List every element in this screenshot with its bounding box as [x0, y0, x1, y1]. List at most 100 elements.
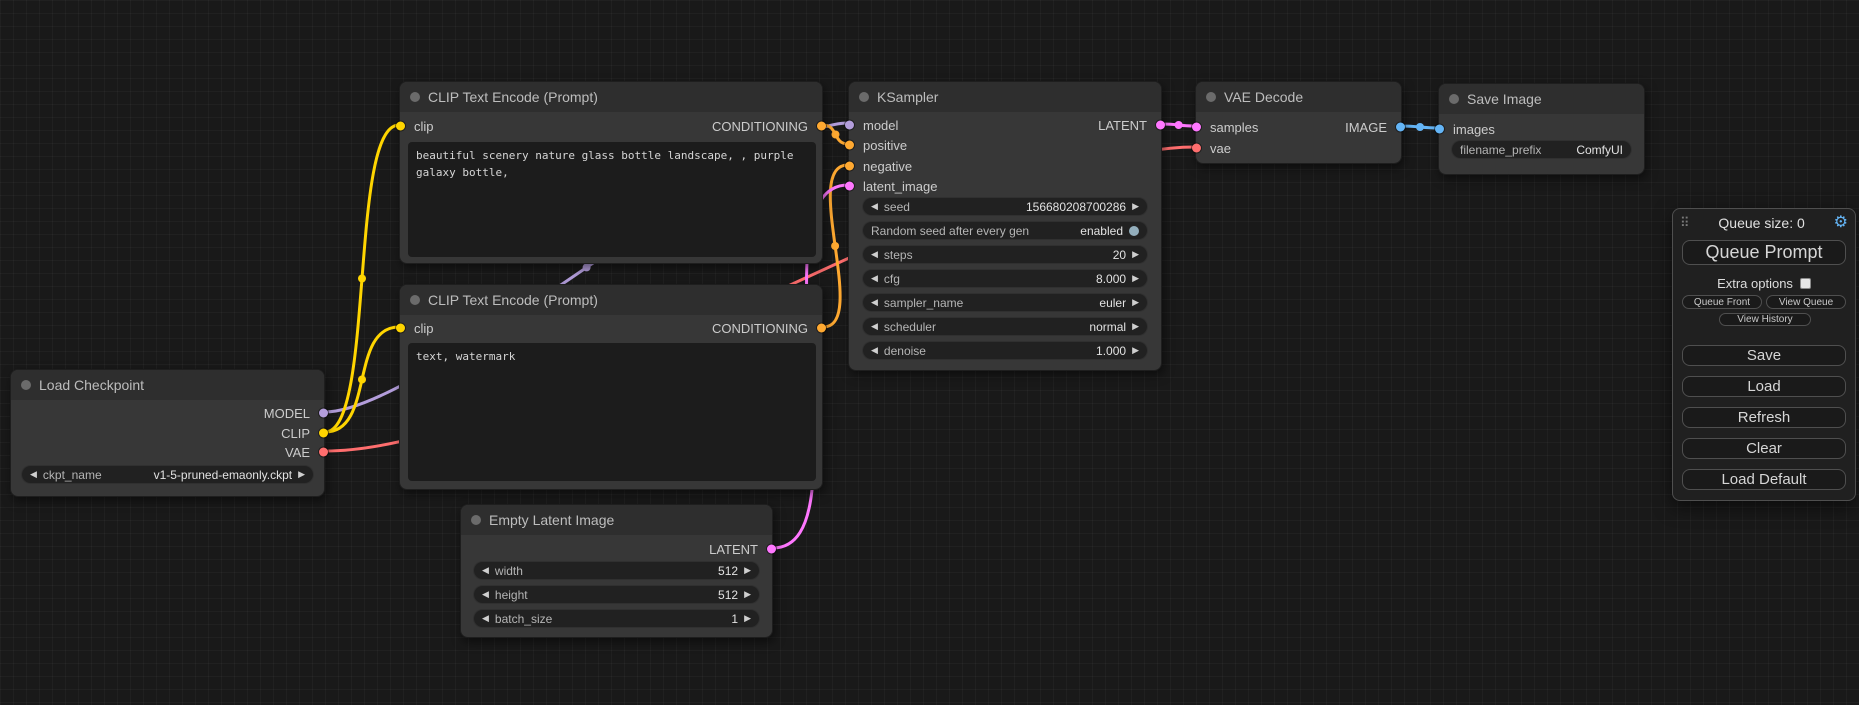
arrow-left-icon[interactable]: ◀ [871, 274, 878, 283]
queue-prompt-button[interactable]: Queue Prompt [1682, 240, 1846, 265]
image-output-dot[interactable] [1396, 123, 1405, 132]
widget-value: 512 [718, 588, 738, 602]
arrow-right-icon[interactable]: ▶ [744, 590, 751, 599]
batch-size-number-widget[interactable]: ◀ batch_size 1 ▶ [473, 609, 760, 628]
slot-label: clip [414, 321, 434, 336]
samples-input-slot: samples [1196, 119, 1258, 135]
node-title-bar[interactable]: CLIP Text Encode (Prompt) [400, 82, 822, 112]
positive-prompt-textarea[interactable]: beautiful scenery nature glass bottle la… [408, 142, 816, 257]
node-title-bar[interactable]: VAE Decode [1196, 82, 1401, 112]
arrow-right-icon[interactable]: ▶ [1132, 202, 1139, 211]
save-button[interactable]: Save [1682, 345, 1846, 366]
arrow-left-icon[interactable]: ◀ [871, 202, 878, 211]
collapse-dot[interactable] [471, 515, 481, 525]
latent-output-dot[interactable] [767, 545, 776, 554]
arrow-right-icon[interactable]: ▶ [744, 566, 751, 575]
menu-header: ⠿ Queue size: 0 ⚙ [1680, 214, 1848, 232]
slot-label: samples [1210, 120, 1258, 135]
seed-number-widget[interactable]: ◀ seed 156680208700286 ▶ [862, 197, 1148, 216]
collapse-dot[interactable] [859, 92, 869, 102]
arrow-left-icon[interactable]: ◀ [871, 322, 878, 331]
denoise-number-widget[interactable]: ◀ denoise 1.000 ▶ [862, 341, 1148, 360]
height-number-widget[interactable]: ◀ height 512 ▶ [473, 585, 760, 604]
refresh-button[interactable]: Refresh [1682, 407, 1846, 428]
latent-output-dot[interactable] [1156, 121, 1165, 130]
extra-options-row: Extra options [1673, 275, 1855, 291]
node-title-bar[interactable]: CLIP Text Encode (Prompt) [400, 285, 822, 315]
arrow-left-icon[interactable]: ◀ [871, 346, 878, 355]
arrow-right-icon[interactable]: ▶ [1132, 274, 1139, 283]
cfg-number-widget[interactable]: ◀ cfg 8.000 ▶ [862, 269, 1148, 288]
clip-output-dot[interactable] [319, 429, 328, 438]
arrow-right-icon[interactable]: ▶ [1132, 346, 1139, 355]
model-output-dot[interactable] [319, 409, 328, 418]
arrow-right-icon[interactable]: ▶ [1132, 322, 1139, 331]
arrow-left-icon[interactable]: ◀ [482, 614, 489, 623]
collapse-dot[interactable] [1449, 94, 1459, 104]
node-save-image[interactable]: Save Image images filename_prefix ComfyU… [1438, 83, 1645, 175]
node-title-bar[interactable]: Load Checkpoint [11, 370, 324, 400]
widget-value: ComfyUI [1576, 143, 1623, 157]
arrow-left-icon[interactable]: ◀ [871, 250, 878, 259]
latent-image-input-slot: latent_image [849, 178, 937, 194]
arrow-left-icon[interactable]: ◀ [871, 298, 878, 307]
node-ksampler[interactable]: KSampler model LATENT positive negative … [848, 81, 1162, 371]
clip-input-dot[interactable] [396, 122, 405, 131]
widget-label: Random seed after every gen [871, 224, 1029, 238]
drag-handle-icon[interactable]: ⠿ [1680, 215, 1690, 231]
vae-input-dot[interactable] [1192, 144, 1201, 153]
arrow-right-icon[interactable]: ▶ [744, 614, 751, 623]
conditioning-output-dot[interactable] [817, 122, 826, 131]
images-input-dot[interactable] [1435, 125, 1444, 134]
arrow-right-icon[interactable]: ▶ [298, 470, 305, 479]
negative-input-dot[interactable] [845, 162, 854, 171]
random-seed-toggle-widget[interactable]: Random seed after every gen enabled [862, 221, 1148, 240]
load-default-button[interactable]: Load Default [1682, 469, 1846, 490]
width-number-widget[interactable]: ◀ width 512 ▶ [473, 561, 760, 580]
slot-label: CONDITIONING [712, 321, 808, 336]
collapse-dot[interactable] [410, 92, 420, 102]
node-clip-text-encode-positive[interactable]: CLIP Text Encode (Prompt) clip CONDITION… [399, 81, 823, 264]
node-title-bar[interactable]: Empty Latent Image [461, 505, 772, 535]
extra-options-checkbox[interactable] [1800, 278, 1811, 289]
arrow-left-icon[interactable]: ◀ [482, 590, 489, 599]
collapse-dot[interactable] [410, 295, 420, 305]
node-clip-text-encode-negative[interactable]: CLIP Text Encode (Prompt) clip CONDITION… [399, 284, 823, 490]
latent-image-input-dot[interactable] [845, 182, 854, 191]
model-input-dot[interactable] [845, 121, 854, 130]
node-title-bar[interactable]: KSampler [849, 82, 1161, 112]
load-button[interactable]: Load [1682, 376, 1846, 397]
ckpt-name-combo[interactable]: ◀ ckpt_name v1-5-pruned-emaonly.ckpt ▶ [21, 465, 314, 484]
node-vae-decode[interactable]: VAE Decode samples IMAGE vae [1195, 81, 1402, 164]
link-dot [1416, 123, 1424, 131]
negative-prompt-textarea[interactable]: text, watermark [408, 343, 816, 481]
gear-icon[interactable]: ⚙ [1834, 215, 1848, 231]
node-load-checkpoint[interactable]: Load Checkpoint MODEL CLIP VAE ◀ ckpt_na… [10, 369, 325, 497]
collapse-dot[interactable] [1206, 92, 1216, 102]
toggle-dot-icon[interactable] [1129, 226, 1139, 236]
scheduler-combo[interactable]: ◀ scheduler normal ▶ [862, 317, 1148, 336]
arrow-left-icon[interactable]: ◀ [482, 566, 489, 575]
clear-button[interactable]: Clear [1682, 438, 1846, 459]
sampler-name-combo[interactable]: ◀ sampler_name euler ▶ [862, 293, 1148, 312]
clip-input-slot: clip [400, 320, 434, 336]
clip-input-dot[interactable] [396, 324, 405, 333]
view-queue-button[interactable]: View Queue [1766, 295, 1846, 309]
node-title-bar[interactable]: Save Image [1439, 84, 1644, 114]
arrow-left-icon[interactable]: ◀ [30, 470, 37, 479]
arrow-right-icon[interactable]: ▶ [1132, 250, 1139, 259]
collapse-dot[interactable] [21, 380, 31, 390]
positive-input-dot[interactable] [845, 141, 854, 150]
steps-number-widget[interactable]: ◀ steps 20 ▶ [862, 245, 1148, 264]
node-empty-latent-image[interactable]: Empty Latent Image LATENT ◀ width 512 ▶ … [460, 504, 773, 638]
arrow-right-icon[interactable]: ▶ [1132, 298, 1139, 307]
view-history-button[interactable]: View History [1719, 313, 1811, 326]
samples-input-dot[interactable] [1192, 123, 1201, 132]
conditioning-output-dot[interactable] [817, 324, 826, 333]
widget-label: seed [884, 200, 910, 214]
queue-front-button[interactable]: Queue Front [1682, 295, 1762, 309]
filename-prefix-text-widget[interactable]: filename_prefix ComfyUI [1451, 140, 1632, 159]
vae-output-dot[interactable] [319, 448, 328, 457]
slot-label: images [1453, 122, 1495, 137]
widget-label: filename_prefix [1460, 143, 1541, 157]
